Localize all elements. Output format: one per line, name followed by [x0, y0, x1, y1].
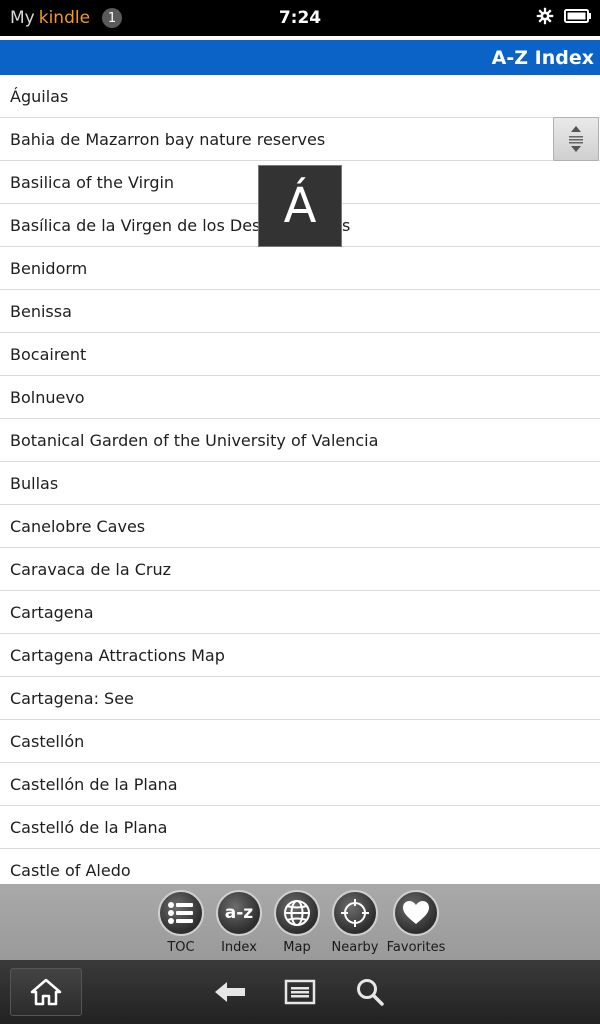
favorites-button[interactable]: Favorites — [386, 890, 446, 960]
list-item[interactable]: Cartagena Attractions Map — [0, 634, 600, 677]
system-nav-bar — [0, 960, 600, 1024]
list-item[interactable]: Castellón — [0, 720, 600, 763]
bottom-toolbar: TOC a-z Index Map Nearby Favorites — [0, 884, 600, 960]
list-item[interactable]: Castellón de la Plana — [0, 763, 600, 806]
list-item[interactable]: Bahia de Mazarron bay nature reserves — [0, 118, 600, 161]
globe-icon — [274, 890, 320, 936]
index-button[interactable]: a-z Index — [209, 890, 269, 960]
list-item[interactable]: Bolnuevo — [0, 376, 600, 419]
home-icon — [30, 978, 62, 1006]
fast-scroll-handle[interactable] — [553, 117, 599, 161]
back-arrow-icon — [215, 982, 245, 1002]
status-time: 7:24 — [278, 8, 322, 28]
search-icon — [357, 979, 384, 1006]
back-button[interactable] — [210, 972, 250, 1012]
page-title: A-Z Index — [491, 46, 594, 69]
list-item[interactable]: Benissa — [0, 290, 600, 333]
list-icon — [158, 890, 204, 936]
scroll-handle-icon — [569, 126, 583, 152]
list-item[interactable]: Cartagena — [0, 591, 600, 634]
crosshair-icon — [332, 890, 378, 936]
nearby-label: Nearby — [331, 940, 379, 955]
list-item[interactable]: Águilas — [0, 75, 600, 118]
list-item[interactable]: Cartagena: See — [0, 677, 600, 720]
index-label: Index — [221, 940, 257, 955]
list-item[interactable]: Bullas — [0, 462, 600, 505]
nearby-button[interactable]: Nearby — [325, 890, 385, 960]
list-item[interactable]: Caravaca de la Cruz — [0, 548, 600, 591]
a-z-icon: a-z — [216, 890, 262, 936]
heart-icon — [393, 890, 439, 936]
list-item[interactable]: Benidorm — [0, 247, 600, 290]
toc-button[interactable]: TOC — [151, 890, 211, 960]
list-item[interactable]: Bocairent — [0, 333, 600, 376]
menu-button[interactable] — [280, 972, 320, 1012]
list-item[interactable]: Castelló de la Plana — [0, 806, 600, 849]
battery-icon[interactable] — [564, 8, 592, 28]
status-bar: My kindle 1 7:24 — [0, 0, 600, 36]
section-letter-popup: Á — [258, 165, 342, 247]
list-item[interactable]: Botanical Garden of the University of Va… — [0, 419, 600, 462]
list-item[interactable]: Canelobre Caves — [0, 505, 600, 548]
favorites-label: Favorites — [386, 940, 446, 955]
a-z-glyph: a-z — [224, 903, 254, 923]
index-header: A-Z Index — [0, 40, 600, 75]
home-button[interactable] — [10, 968, 82, 1016]
toc-label: TOC — [167, 940, 195, 955]
gear-icon[interactable] — [536, 7, 554, 29]
map-button[interactable]: Map — [267, 890, 327, 960]
map-label: Map — [283, 940, 311, 955]
list-item[interactable]: Castle of Aledo — [0, 849, 600, 884]
menu-icon — [284, 979, 316, 1005]
search-button[interactable] — [350, 972, 390, 1012]
